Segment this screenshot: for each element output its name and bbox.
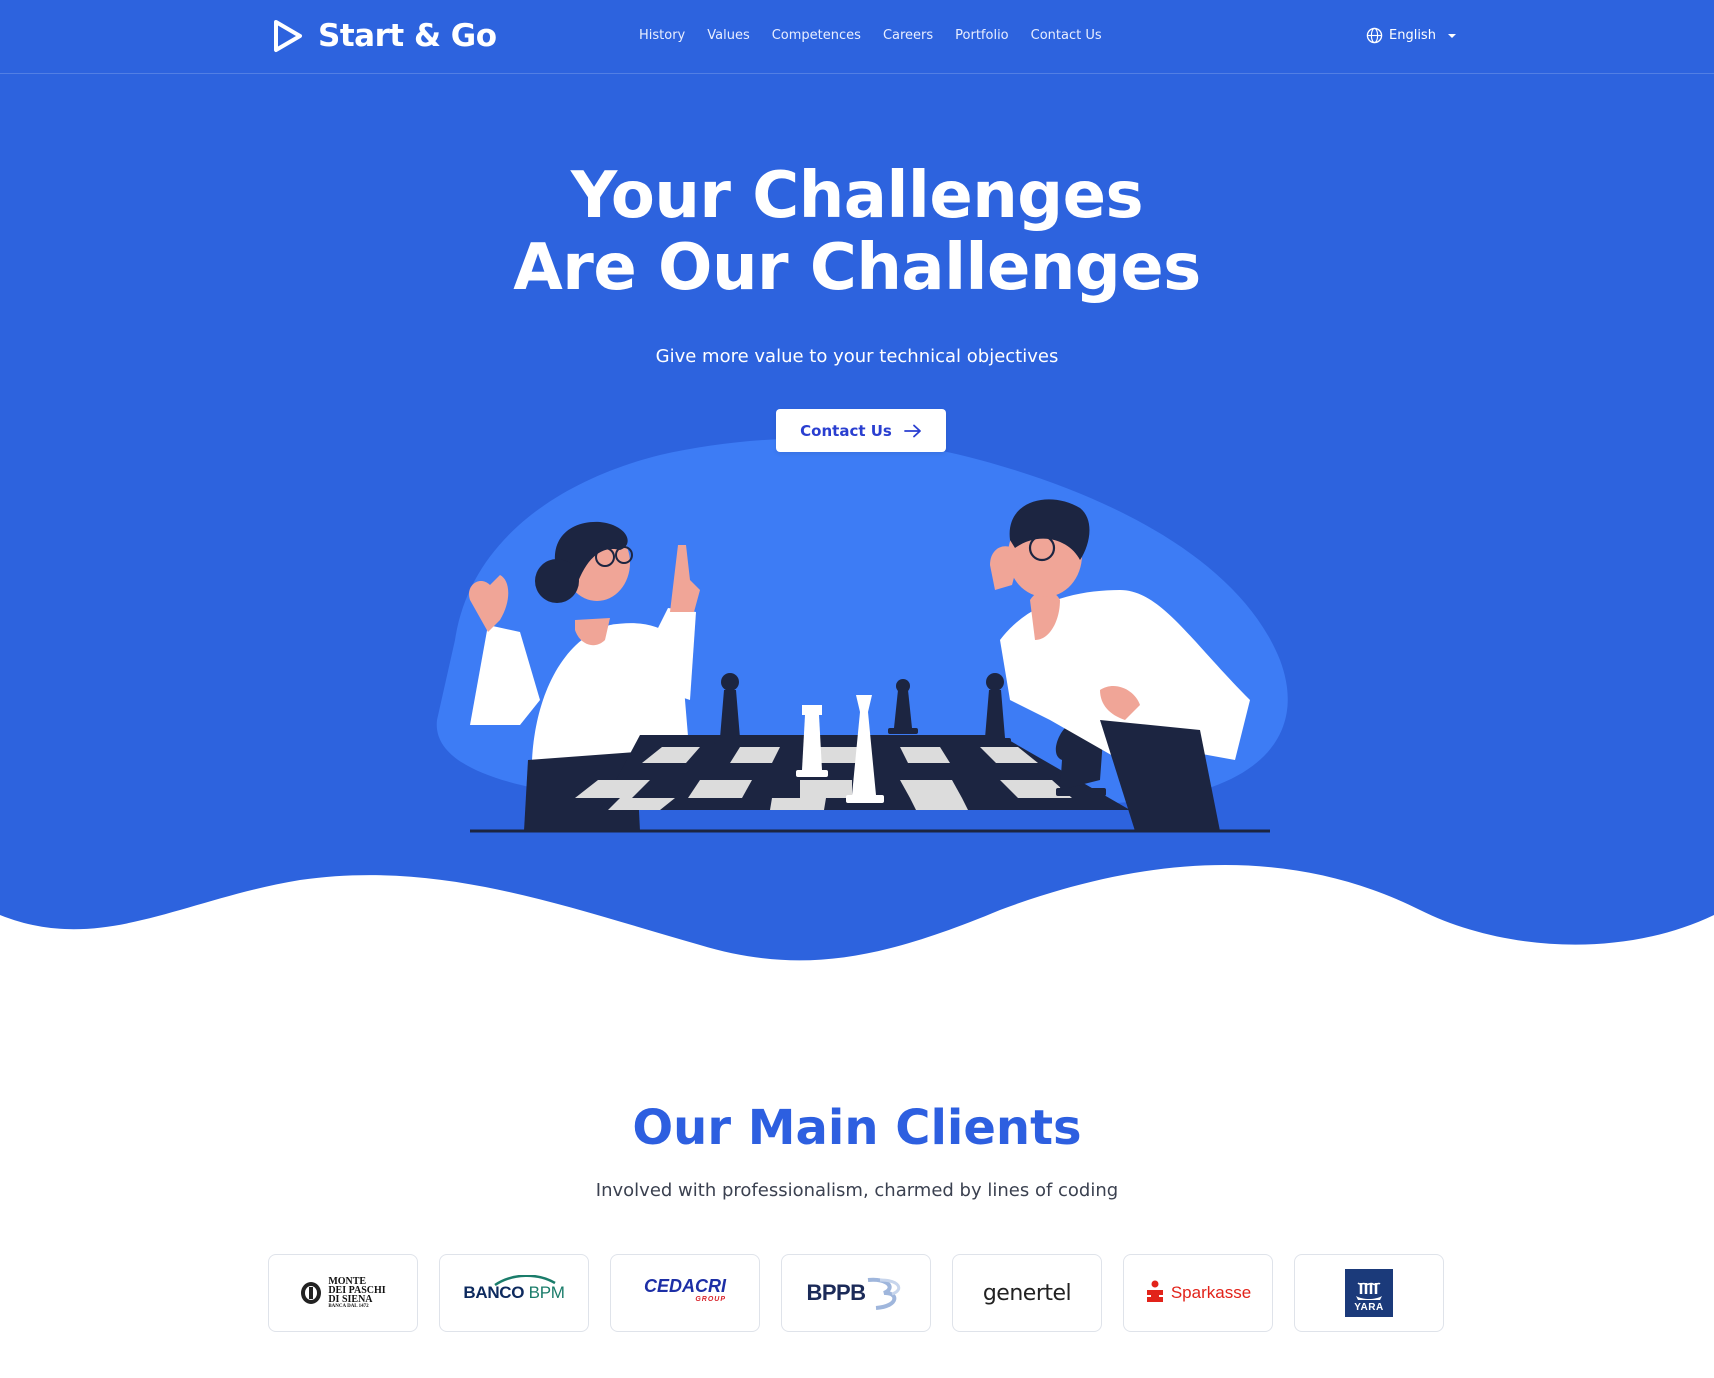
nav-item-portfolio[interactable]: Portfolio: [955, 28, 1008, 43]
client-logos: MONTE DEI PASCHI DI SIENA BANCA DAL 1472…: [268, 1254, 1444, 1332]
brand-logo[interactable]: Start & Go: [272, 18, 497, 54]
mps-crest-icon: [301, 1282, 322, 1304]
genertel-text: genertel: [982, 1280, 1072, 1306]
hero-title-line-1: Your Challenges: [570, 159, 1144, 233]
nav-item-values[interactable]: Values: [707, 28, 749, 43]
hero-title-line-2: Are Our Challenges: [513, 231, 1201, 305]
client-logo-yara[interactable]: YARA: [1294, 1254, 1444, 1332]
client-logo-cedacri[interactable]: CEDACRI GROUP: [610, 1254, 760, 1332]
hero-section: Start & Go History Values Competences Ca…: [0, 0, 1714, 980]
banco-bpm-swoosh-icon: [494, 1275, 557, 1287]
hero-subtitle: Give more value to your technical object…: [655, 346, 1059, 367]
chess-players-illustration: [469, 499, 1270, 833]
client-logo-genertel[interactable]: genertel: [952, 1254, 1102, 1332]
nav-item-competences[interactable]: Competences: [772, 28, 861, 43]
client-logo-sparkasse[interactable]: Sparkasse: [1123, 1254, 1273, 1332]
contact-us-button[interactable]: Contact Us: [776, 409, 946, 452]
nav-item-careers[interactable]: Careers: [883, 28, 933, 43]
yara-ship-icon: [1356, 1282, 1382, 1300]
nav-item-contact-us[interactable]: Contact Us: [1031, 28, 1102, 43]
nav-item-history[interactable]: History: [639, 28, 685, 43]
bppb-text: BPPB: [806, 1280, 866, 1305]
main-nav: History Values Competences Careers Portf…: [639, 28, 1102, 43]
sparkasse-s-icon: [1146, 1280, 1163, 1302]
hero-title: Your Challenges Are Our Challenges: [0, 160, 1714, 304]
site-header: Start & Go History Values Competences Ca…: [0, 0, 1714, 74]
mps-line-3: DI SIENA: [328, 1293, 373, 1305]
clients-title: Our Main Clients: [632, 1100, 1082, 1156]
play-triangle-logo-icon: [274, 20, 302, 52]
yara-text: YARA: [1354, 1302, 1384, 1313]
brand-name: Start & Go: [318, 18, 497, 54]
sparkasse-text: Sparkasse: [1170, 1283, 1252, 1302]
contact-us-button-label: Contact Us: [800, 421, 892, 440]
language-selector[interactable]: English: [1366, 27, 1458, 44]
yara-badge: YARA: [1345, 1269, 1393, 1317]
client-logo-mps[interactable]: MONTE DEI PASCHI DI SIENA BANCA DAL 1472: [268, 1254, 418, 1332]
language-label: English: [1389, 28, 1436, 43]
arrow-right-icon: [903, 424, 921, 437]
mps-line-4: BANCA DAL 1472: [328, 1303, 369, 1309]
clients-subtitle: Involved with professionalism, charmed b…: [595, 1180, 1119, 1201]
bppb-wave-icon: [867, 1277, 900, 1310]
client-logo-banco-bpm[interactable]: BANCO BPM: [439, 1254, 589, 1332]
client-logo-bppb[interactable]: BPPB: [781, 1254, 931, 1332]
globe-icon: [1366, 27, 1383, 44]
caret-down-icon: [1447, 33, 1456, 38]
